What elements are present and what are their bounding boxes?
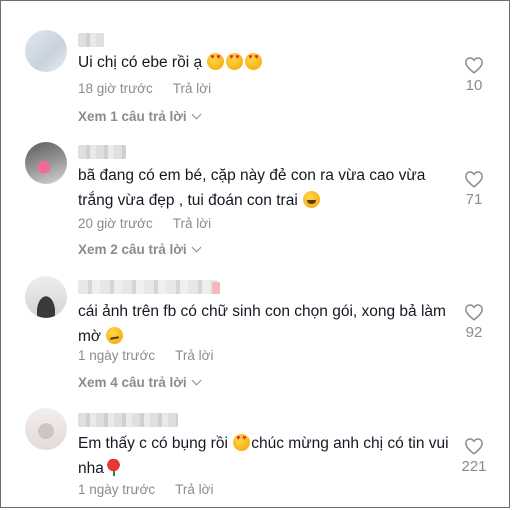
rose-emoji [104,459,122,476]
like-count: 221 [461,458,487,475]
like-count: 92 [465,324,483,341]
username-blurred[interactable] [78,280,218,294]
view-replies-label: Xem 2 câu trả lời [78,242,187,257]
view-replies-label: Xem 1 câu trả lời [78,109,187,124]
username-tag [212,282,220,294]
avatar[interactable] [25,30,67,72]
like-button[interactable]: 221 [454,437,494,475]
heart-eyes-emoji [233,434,251,451]
grinning-face-emoji [303,191,321,208]
reply-button[interactable]: Trả lời [175,482,213,497]
chevron-down-icon [191,375,202,386]
view-replies-button[interactable]: Xem 1 câu trả lời [78,109,202,124]
like-button[interactable]: 71 [454,170,494,208]
like-count: 10 [465,77,483,94]
chevron-down-icon [191,109,202,120]
like-button[interactable]: 10 [454,56,494,94]
comment-time: 18 giờ trước [78,81,153,96]
like-count: 71 [465,191,483,208]
comment-text: Ui chị có ebe rồi ạ [78,50,458,75]
view-replies-button[interactable]: Xem 4 câu trả lời [78,375,202,390]
heart-outline-icon [465,304,483,321]
heart-eyes-emoji [226,53,244,70]
comment-text: Em thấy c có bụng rồi chúc mừng anh chị … [78,431,458,481]
reply-button[interactable]: Trả lời [173,216,211,231]
comment-text: cái ảnh trên fb có chữ sinh con chọn gói… [78,303,446,345]
username-blurred[interactable] [78,413,178,427]
comment-time: 1 ngày trước [78,482,156,497]
view-replies-button[interactable]: Xem 2 câu trả lời [78,242,202,257]
comment-text: bã đang có em bé, cặp này đẻ con ra vừa … [78,167,426,209]
username-blurred[interactable] [78,145,126,159]
view-replies-label: Xem 4 câu trả lời [78,375,187,390]
heart-outline-icon [465,57,483,74]
heart-eyes-emoji [207,53,225,70]
heart-outline-icon [465,438,483,455]
reply-button[interactable]: Trả lời [175,348,213,363]
smirking-face-emoji [106,327,124,344]
avatar[interactable] [25,408,67,450]
comment-time: 1 ngày trước [78,348,156,363]
avatar[interactable] [25,142,67,184]
chevron-down-icon [191,242,202,253]
like-button[interactable]: 92 [454,303,494,341]
heart-eyes-emoji [245,53,263,70]
username-blurred[interactable] [78,33,104,47]
comment-time: 20 giờ trước [78,216,153,231]
avatar[interactable] [25,276,67,318]
heart-outline-icon [465,171,483,188]
reply-button[interactable]: Trả lời [173,81,211,96]
